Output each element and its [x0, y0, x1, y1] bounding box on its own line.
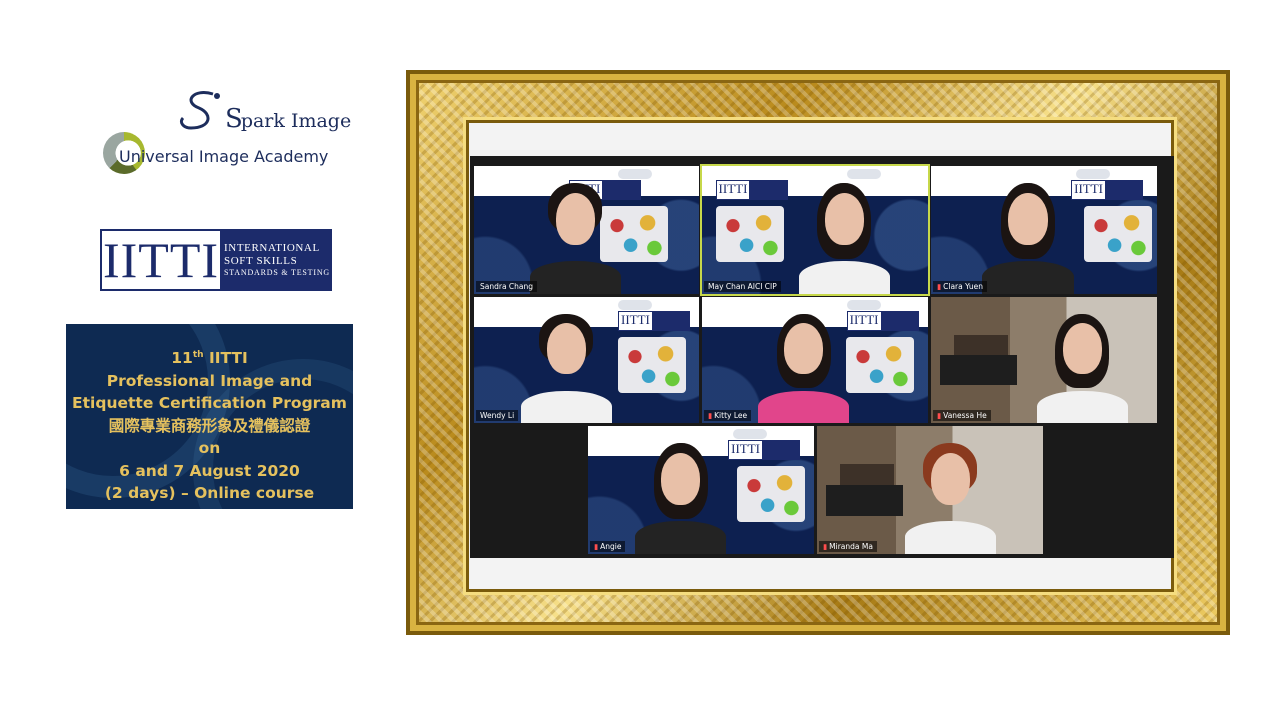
- participant-video: [976, 176, 1080, 294]
- participant-video: [629, 436, 733, 554]
- spark-brand-text: Spark Image: [225, 104, 352, 134]
- program-edition: 11th IITTI: [171, 349, 248, 368]
- participant-name-tag: May Chan AICI CIP: [704, 281, 781, 292]
- video-tile[interactable]: IITTI Sandra Chang: [474, 166, 699, 294]
- participant-name-tag: ▮ Kitty Lee: [704, 410, 752, 421]
- muted-mic-icon: ▮: [823, 542, 828, 551]
- program-duration: (2 days) – Online course: [104, 484, 315, 503]
- slide-logo-icon: [1075, 169, 1110, 179]
- slide-iitti-badge: IITTI: [846, 311, 919, 331]
- iitti-acronym: IITTI: [102, 232, 220, 288]
- muted-mic-icon: ▮: [594, 542, 599, 551]
- slide-collage-image: [617, 337, 686, 393]
- program-announcement: 11th IITTI Professional Image and Etique…: [66, 324, 353, 509]
- program-line-3: Etiquette Certification Program: [72, 394, 347, 413]
- participant-name-tag: Sandra Chang: [476, 281, 538, 292]
- program-line-2: Professional Image and: [106, 371, 313, 390]
- participant-name-tag: ▮ Miranda Ma: [819, 541, 877, 552]
- program-line-on: on: [198, 439, 221, 458]
- video-tile[interactable]: IITTI ▮ Angie: [588, 426, 814, 554]
- slide-collage-image: [715, 206, 784, 262]
- participant-name-tag: ▮ Vanessa He: [933, 410, 991, 421]
- slide-collage-image: [1084, 206, 1153, 262]
- video-tile[interactable]: ▮ Miranda Ma: [817, 426, 1043, 554]
- participant-video: [792, 176, 896, 294]
- program-line-chinese: 國際專業商務形象及禮儀認證: [108, 416, 311, 435]
- academy-name: Universal Image Academy: [119, 147, 329, 166]
- video-tile[interactable]: IITTI ▮ Clara Yuen: [931, 166, 1157, 294]
- video-tile[interactable]: IITTI ▮ Kitty Lee: [702, 297, 928, 423]
- spark-image-logo: Spark Image Universal Image Academy: [103, 84, 351, 180]
- video-tile[interactable]: ▮ Vanessa He: [931, 297, 1157, 423]
- video-gallery: IITTI Sandra Chang IITTI May Chan AICI C…: [470, 156, 1174, 558]
- slide-logo-icon: [618, 300, 652, 310]
- slide-iitti-badge: IITTI: [618, 311, 690, 331]
- participant-video: [752, 307, 856, 423]
- gold-picture-frame: IITTI Sandra Chang IITTI May Chan AICI C…: [406, 70, 1230, 635]
- slide-iitti-badge: IITTI: [715, 180, 788, 200]
- participant-name-tag: Wendy Li: [476, 410, 519, 421]
- participant-name-tag: ▮ Clara Yuen: [933, 281, 987, 292]
- participant-name-tag: ▮ Angie: [590, 541, 626, 552]
- spark-swirl-icon: [179, 91, 220, 130]
- participant-video: [1030, 307, 1134, 423]
- iitti-subtitle: INTERNATIONAL SOFT SKILLS STANDARDS & TE…: [220, 231, 330, 289]
- slide-iitti-badge: IITTI: [1071, 180, 1144, 200]
- slide-logo-icon: [732, 429, 767, 439]
- participant-video: [515, 307, 619, 423]
- slide-collage-image: [736, 466, 805, 522]
- muted-mic-icon: ▮: [708, 411, 713, 420]
- slide-iitti-badge: IITTI: [728, 440, 801, 460]
- participant-video: [898, 436, 1002, 554]
- muted-mic-icon: ▮: [937, 411, 942, 420]
- slide-collage-image: [846, 337, 915, 393]
- video-tile-active-speaker[interactable]: IITTI May Chan AICI CIP: [700, 164, 930, 296]
- video-tile[interactable]: IITTI Wendy Li: [474, 297, 699, 423]
- program-dates: 6 and 7 August 2020: [119, 461, 300, 480]
- participant-video: [524, 176, 628, 294]
- iitti-logo: IITTI INTERNATIONAL SOFT SKILLS STANDARD…: [100, 229, 332, 291]
- muted-mic-icon: ▮: [937, 282, 942, 291]
